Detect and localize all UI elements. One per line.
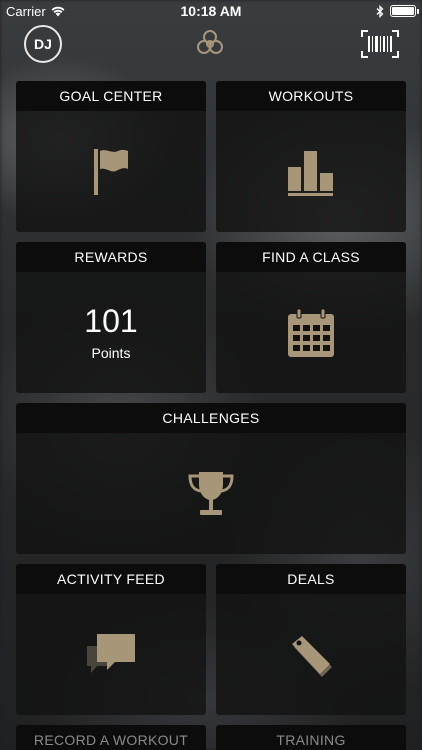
status-bar: Carrier 10:18 AM (0, 0, 422, 22)
training-tile[interactable]: TRAINING (216, 725, 406, 750)
record-a-workout-tile[interactable]: RECORD A WORKOUT (16, 725, 206, 750)
find-a-class-tile[interactable]: FIND A CLASS (216, 242, 406, 393)
dashboard-grid: GOAL CENTER WORKOUTS REWARDS 101 Points (0, 66, 422, 750)
nav-bar: DJ (0, 22, 422, 66)
points-value: 101 (84, 302, 138, 339)
knot-logo-icon (197, 30, 223, 54)
price-tag-icon (292, 635, 332, 677)
battery-icon (390, 5, 419, 17)
record-a-workout-label: RECORD A WORKOUT (16, 725, 206, 750)
find-a-class-label: FIND A CLASS (216, 242, 406, 272)
avatar[interactable]: DJ (24, 25, 62, 63)
challenges-tile[interactable]: CHALLENGES (16, 403, 406, 554)
chat-bubbles-icon (87, 633, 135, 673)
flag-icon (94, 148, 128, 195)
points-label: Points (91, 344, 131, 361)
training-label: TRAINING (216, 725, 406, 750)
rewards-label: REWARDS (16, 242, 206, 272)
workouts-tile[interactable]: WORKOUTS (216, 81, 406, 232)
activity-feed-label: ACTIVITY FEED (16, 564, 206, 594)
deals-label: DEALS (216, 564, 406, 594)
battery-level (392, 7, 414, 15)
challenges-label: CHALLENGES (16, 403, 406, 433)
status-time: 10:18 AM (180, 3, 242, 19)
workouts-label: WORKOUTS (216, 81, 406, 111)
calendar-icon (288, 308, 334, 357)
bar-chart-icon (288, 150, 333, 196)
goal-center-label: GOAL CENTER (16, 81, 206, 111)
barcode-scan-icon[interactable] (360, 29, 400, 59)
activity-feed-tile[interactable]: ACTIVITY FEED (16, 564, 206, 715)
deals-tile[interactable]: DEALS (216, 564, 406, 715)
goal-center-tile[interactable]: GOAL CENTER (16, 81, 206, 232)
trophy-icon (188, 471, 234, 515)
rewards-tile[interactable]: REWARDS 101 Points (16, 242, 206, 393)
